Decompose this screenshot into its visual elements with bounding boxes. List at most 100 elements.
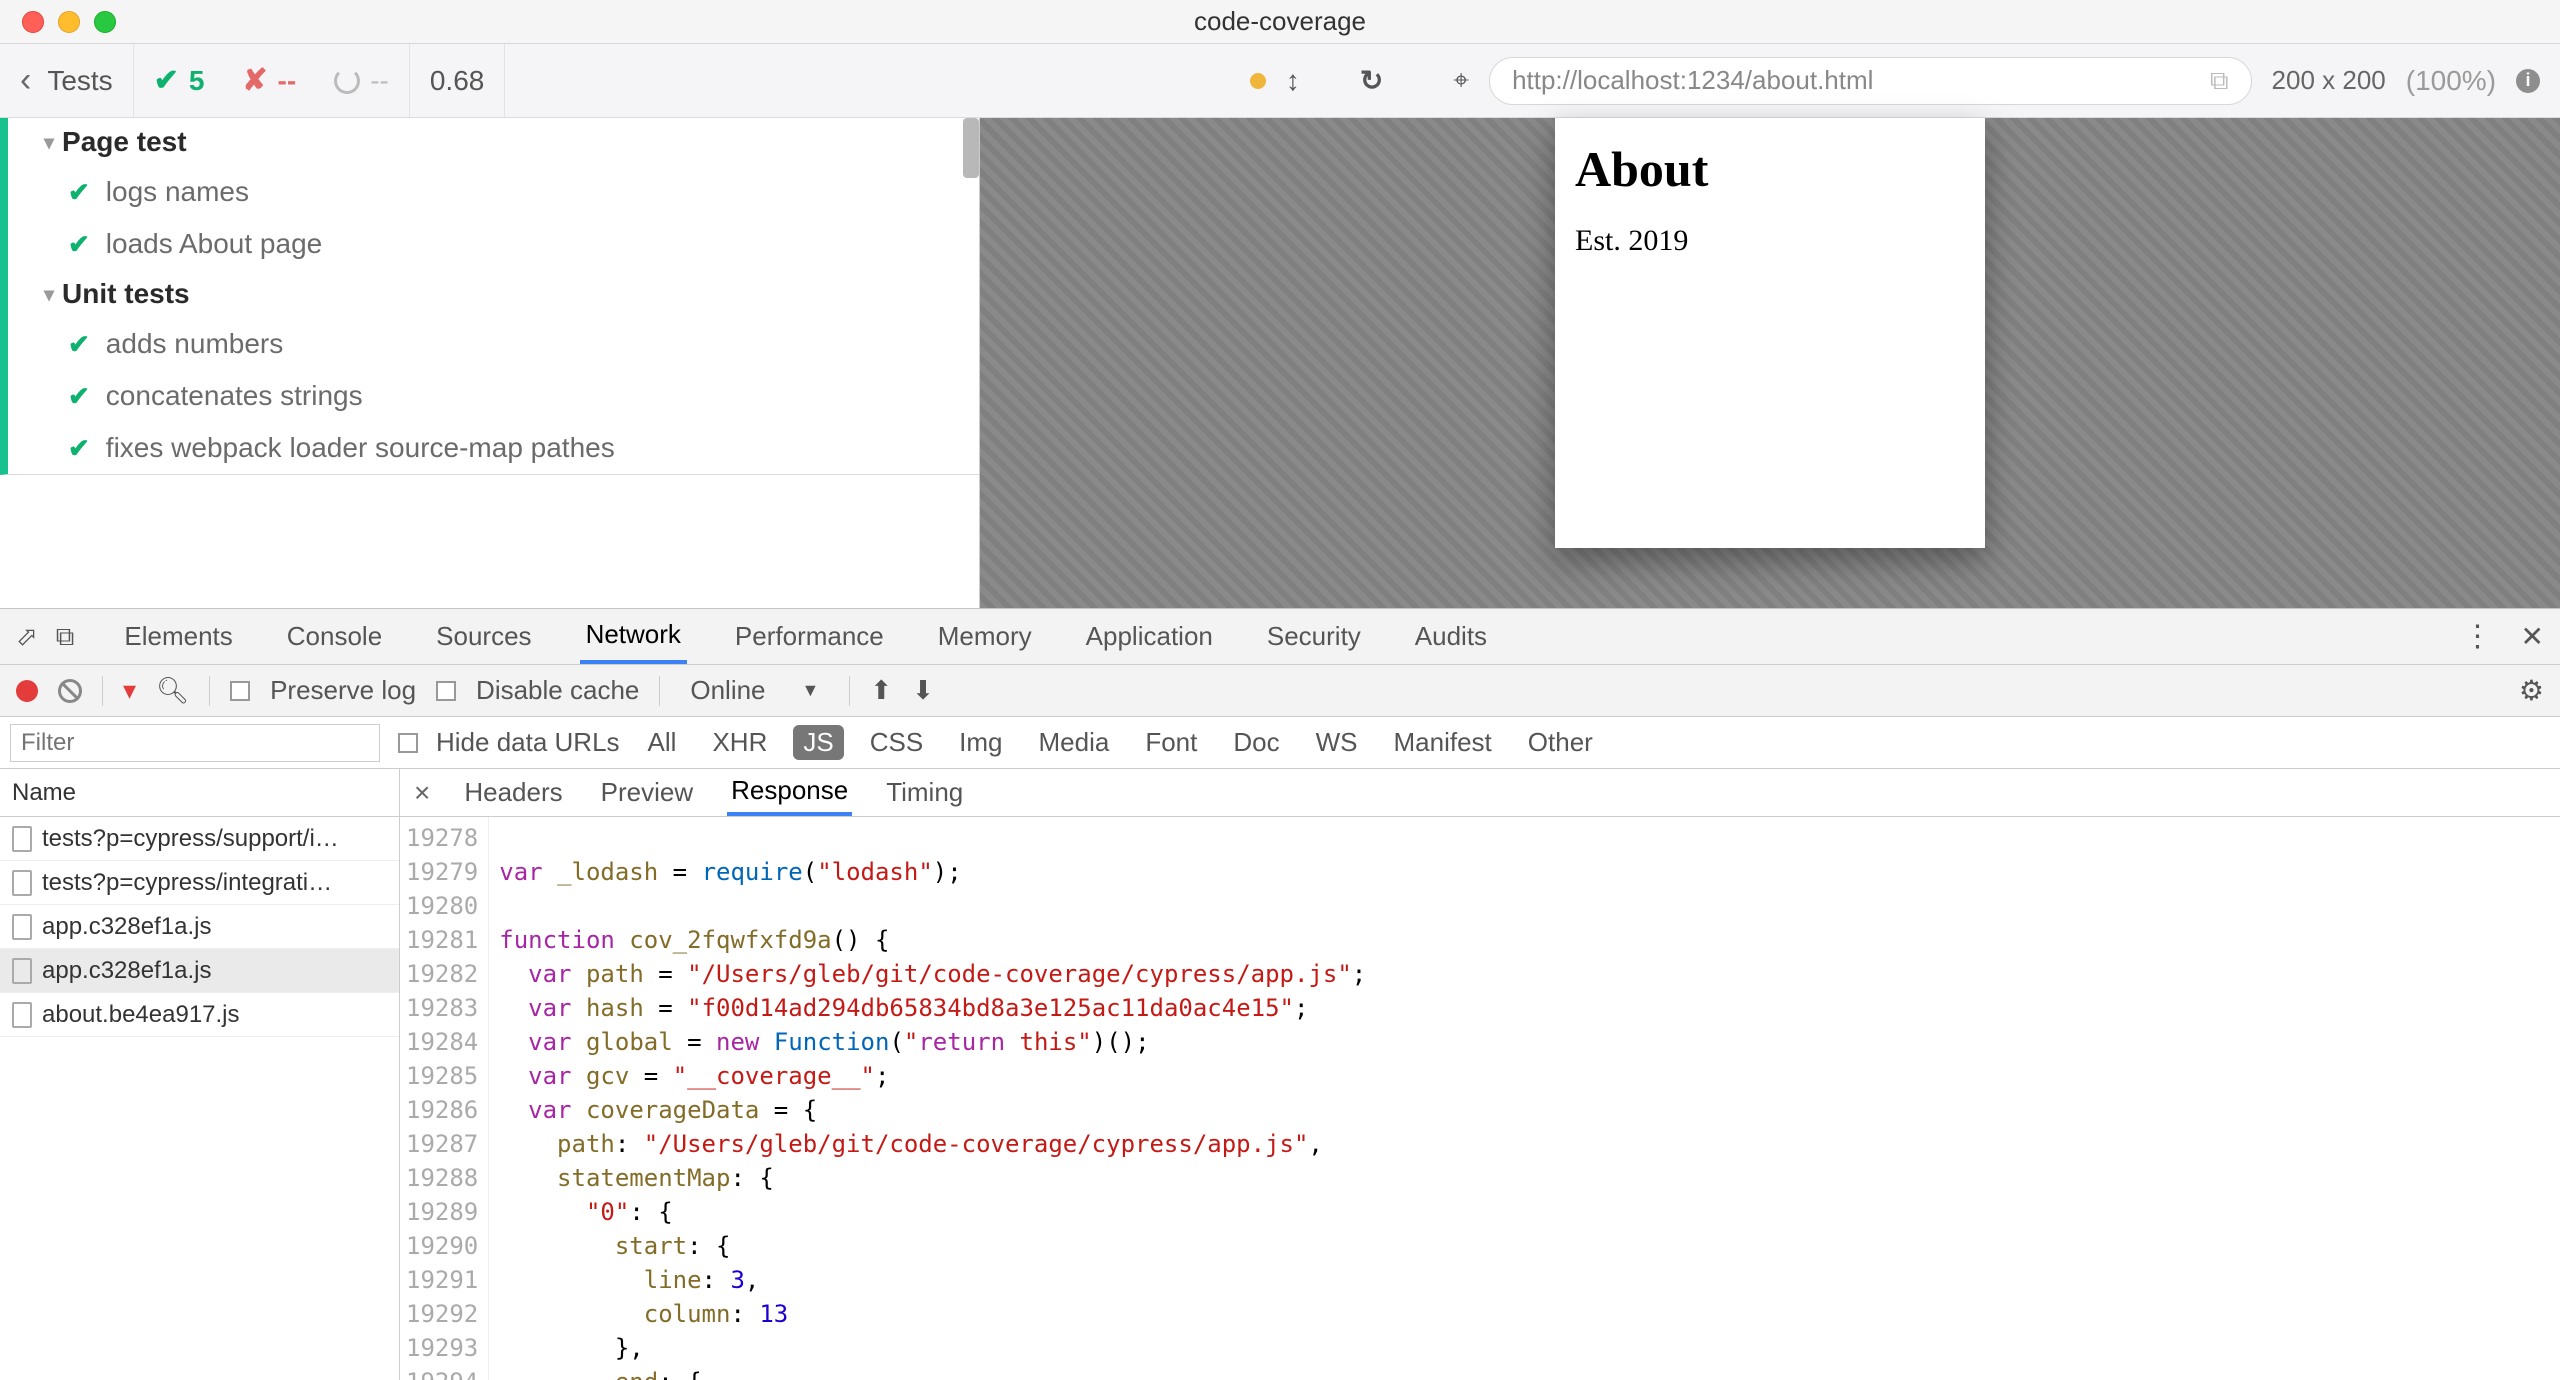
code-area: 19278 19279 19280 19281 19282 19283 1928… xyxy=(400,817,2560,1380)
download-icon[interactable]: ⬇ xyxy=(912,675,934,706)
inspect-icon[interactable]: ⬀ xyxy=(16,621,38,652)
devtools-close-icon[interactable]: ✕ xyxy=(2521,620,2544,653)
updown-icon[interactable]: ↕ xyxy=(1286,65,1300,97)
test-name: concatenates strings xyxy=(106,380,363,412)
request-name: tests?p=cypress/integrati… xyxy=(42,869,332,897)
upload-icon[interactable]: ⬆ xyxy=(870,675,892,706)
test-panel: ▾Page test ✔ logs names ✔ loads About page ▾U… xyxy=(0,118,980,608)
throttle-select[interactable]: Online ▼ xyxy=(680,675,829,706)
request-row[interactable]: about.be4ea917.js xyxy=(0,993,399,1037)
chevron-left-icon: ‹ xyxy=(20,61,31,100)
request-row[interactable]: tests?p=cypress/integrati… xyxy=(0,861,399,905)
devtools-tab-elements[interactable]: Elements xyxy=(118,609,238,664)
request-row[interactable]: app.c328ef1a.js xyxy=(0,949,399,993)
test-row[interactable]: ✔ adds numbers xyxy=(8,318,979,370)
devtools-body: Name tests?p=cypress/support/i… tests?p=c… xyxy=(0,769,2560,1380)
type-filter-xhr[interactable]: XHR xyxy=(702,725,777,760)
devtools-tab-application[interactable]: Application xyxy=(1080,609,1219,664)
file-icon xyxy=(12,870,32,896)
type-filter-media[interactable]: Media xyxy=(1029,725,1120,760)
devtools-tab-console[interactable]: Console xyxy=(281,609,388,664)
request-list: Name tests?p=cypress/support/i… tests?p=c… xyxy=(0,769,400,1380)
response-panel: × Headers Preview Response Timing 19278 192… xyxy=(400,769,2560,1380)
devtools: ⬀ ⧉ Elements Console Sources Network Perform… xyxy=(0,608,2560,1380)
test-name: loads About page xyxy=(106,228,322,260)
url-bar[interactable]: http://localhost:1234/about.html ⧉ xyxy=(1489,57,2251,105)
file-icon xyxy=(12,1002,32,1028)
check-icon: ✔ xyxy=(68,177,90,208)
devtools-tab-memory[interactable]: Memory xyxy=(932,609,1038,664)
settings-gear-icon[interactable]: ⚙ xyxy=(2519,674,2544,707)
request-list-header: Name xyxy=(0,769,399,817)
search-icon[interactable]: 🔍︎ xyxy=(156,675,189,706)
info-icon[interactable]: i xyxy=(2516,69,2540,93)
check-icon: ✔ xyxy=(68,329,90,360)
request-row[interactable]: tests?p=cypress/support/i… xyxy=(0,817,399,861)
selector-playground-icon[interactable]: ⌖ xyxy=(1453,64,1469,97)
devtools-tab-network[interactable]: Network xyxy=(580,609,687,664)
aut-panel: About Est. 2019 xyxy=(980,118,2560,608)
check-icon: ✔ xyxy=(68,229,90,260)
filter-icon[interactable]: ▾ xyxy=(123,675,136,706)
devtools-tab-performance[interactable]: Performance xyxy=(729,609,890,664)
type-filter-js[interactable]: JS xyxy=(793,725,843,760)
x-icon: ✘ xyxy=(242,63,267,98)
network-filterbar: ▾ 🔍︎ Preserve log Disable cache Online ▼… xyxy=(0,665,2560,717)
kebab-menu-icon[interactable]: ⋮ xyxy=(2463,619,2493,654)
response-tab-response[interactable]: Response xyxy=(727,769,852,816)
test-name: logs names xyxy=(106,176,249,208)
record-icon[interactable] xyxy=(16,680,38,702)
aut-heading: About xyxy=(1575,140,1965,198)
back-tests-button[interactable]: ‹ Tests xyxy=(0,44,134,117)
check-icon: ✔ xyxy=(68,433,90,464)
test-name: fixes webpack loader source-map pathes xyxy=(106,432,615,464)
devtools-tab-security[interactable]: Security xyxy=(1261,609,1367,664)
suite-row[interactable]: ▾Unit tests xyxy=(8,270,979,318)
test-row[interactable]: ✔ logs names xyxy=(8,166,979,218)
suite-row[interactable]: ▾Page test xyxy=(8,118,979,166)
devtools-tab-audits[interactable]: Audits xyxy=(1409,609,1493,664)
hide-data-urls-checkbox[interactable] xyxy=(398,733,418,753)
response-tab-timing[interactable]: Timing xyxy=(882,769,967,816)
response-tab-preview[interactable]: Preview xyxy=(597,769,697,816)
window-title: code-coverage xyxy=(0,6,2560,37)
test-name: adds numbers xyxy=(106,328,283,360)
device-icon[interactable]: ⧉ xyxy=(56,621,75,653)
code-content[interactable]: var _lodash = require("lodash"); functio… xyxy=(489,817,1376,1380)
reload-icon[interactable]: ↻ xyxy=(1360,64,1383,97)
type-filter-doc[interactable]: Doc xyxy=(1223,725,1289,760)
request-name: about.be4ea917.js xyxy=(42,1001,240,1029)
preserve-log-checkbox[interactable] xyxy=(230,681,250,701)
chevron-down-icon: ▼ xyxy=(802,680,820,701)
type-filter-manifest[interactable]: Manifest xyxy=(1384,725,1502,760)
main-split: ▾Page test ✔ logs names ✔ loads About page ▾U… xyxy=(0,118,2560,608)
test-row[interactable]: ✔concatenates strings xyxy=(8,370,979,422)
line-gutter: 19278 19279 19280 19281 19282 19283 1928… xyxy=(400,817,489,1380)
devtools-tab-sources[interactable]: Sources xyxy=(430,609,537,664)
type-filter-ws[interactable]: WS xyxy=(1306,725,1368,760)
type-filter-other[interactable]: Other xyxy=(1518,725,1603,760)
response-tabs: × Headers Preview Response Timing xyxy=(400,769,2560,817)
test-row[interactable]: ✔ fixes webpack loader source-map pathes xyxy=(8,422,979,474)
response-tab-headers[interactable]: Headers xyxy=(460,769,566,816)
type-filter-all[interactable]: All xyxy=(638,725,687,760)
test-row[interactable]: ✔ loads About page xyxy=(8,218,979,270)
filter-input[interactable] xyxy=(10,724,380,762)
popout-icon[interactable]: ⧉ xyxy=(2210,65,2229,97)
disable-cache-checkbox[interactable] xyxy=(436,681,456,701)
file-icon xyxy=(12,914,32,940)
request-name: app.c328ef1a.js xyxy=(42,957,211,985)
throttle-value: Online xyxy=(690,675,765,706)
failed-count: -- xyxy=(278,65,297,97)
type-filter-font[interactable]: Font xyxy=(1135,725,1207,760)
aut-body: Est. 2019 xyxy=(1575,224,1965,258)
spinner-icon xyxy=(334,68,360,94)
clear-icon[interactable] xyxy=(58,679,82,703)
request-row[interactable]: app.c328ef1a.js xyxy=(0,905,399,949)
response-close-icon[interactable]: × xyxy=(414,777,430,809)
check-icon: ✔ xyxy=(154,63,179,98)
type-filter-css[interactable]: CSS xyxy=(860,725,933,760)
type-filter-img[interactable]: Img xyxy=(949,725,1012,760)
scroll-indicator[interactable] xyxy=(963,118,979,178)
zoom-pct: (100%) xyxy=(2406,65,2496,97)
